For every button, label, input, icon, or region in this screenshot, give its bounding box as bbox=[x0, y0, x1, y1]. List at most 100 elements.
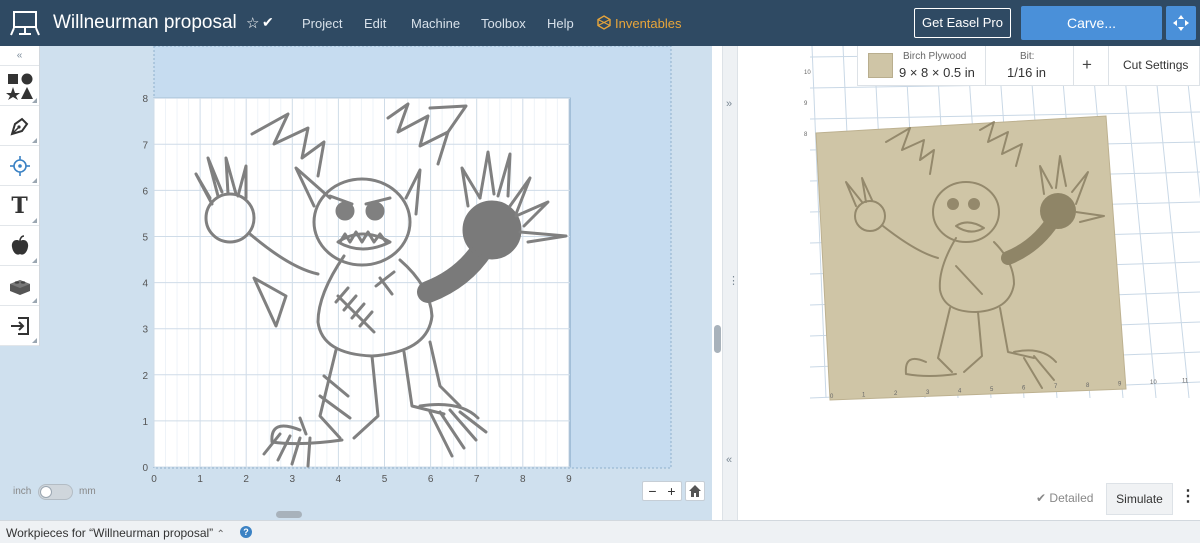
preview-grid-line bbox=[1121, 46, 1157, 399]
preview-x-tick: 10 bbox=[1150, 380, 1157, 386]
workpieces-text: Workpieces for “Willneurman proposal” bbox=[6, 526, 214, 540]
shapes-icon bbox=[5, 73, 33, 100]
detailed-toggle[interactable]: ✔ Detailed bbox=[1036, 491, 1093, 505]
horizontal-scrollbar[interactable] bbox=[276, 511, 302, 518]
unit-mm-label: mm bbox=[79, 486, 96, 497]
top-bar: Willneurman proposal ☆ ✔ Project Edit Ma… bbox=[0, 0, 1200, 46]
preview-x-tick: 11 bbox=[1182, 379, 1189, 385]
x-tick-label: 0 bbox=[151, 474, 157, 485]
simulate-button[interactable]: Simulate bbox=[1106, 483, 1173, 515]
preview-y-labels: 8 9 10 bbox=[804, 70, 811, 138]
pen-tool-button[interactable] bbox=[0, 106, 39, 146]
bit-label: Bit: bbox=[1020, 51, 1035, 62]
detailed-label: Detailed bbox=[1049, 491, 1094, 505]
y-tick-label: 8 bbox=[142, 94, 148, 105]
x-axis-labels: 0 1 2 3 4 5 6 7 8 9 bbox=[151, 474, 572, 485]
separator bbox=[985, 46, 986, 86]
separator bbox=[1073, 46, 1074, 86]
preview-y-tick: 10 bbox=[804, 70, 811, 76]
material-dimensions[interactable]: 9 × 8 × 0.5 in bbox=[899, 65, 975, 80]
preview-y-tick: 8 bbox=[804, 132, 808, 138]
menu-inventables[interactable]: Inventables bbox=[615, 16, 682, 31]
cut-settings-button[interactable]: Cut Settings bbox=[1123, 58, 1188, 72]
x-tick-label: 4 bbox=[336, 474, 342, 485]
separator bbox=[1108, 46, 1109, 86]
y-tick-label: 1 bbox=[142, 417, 148, 428]
x-tick-label: 9 bbox=[566, 474, 572, 485]
menu-edit[interactable]: Edit bbox=[364, 16, 386, 31]
bit-value[interactable]: 1/16 in bbox=[1007, 65, 1046, 80]
menu-toolbox[interactable]: Toolbox bbox=[481, 16, 526, 31]
menu-machine[interactable]: Machine bbox=[411, 16, 460, 31]
toggle-knob bbox=[40, 486, 52, 498]
easel-logo-icon[interactable] bbox=[10, 10, 40, 36]
workpieces-label[interactable]: Workpieces for “Willneurman proposal” ⌃ bbox=[6, 526, 225, 540]
x-tick-label: 1 bbox=[197, 474, 203, 485]
apple-icon bbox=[11, 234, 28, 255]
expand-up-icon[interactable]: ⌃ bbox=[217, 529, 225, 540]
x-tick-label: 8 bbox=[520, 474, 526, 485]
unit-inch-label: inch bbox=[13, 486, 32, 497]
y-axis-labels: 0 1 2 3 4 5 6 7 8 bbox=[142, 94, 148, 474]
machine-position-button[interactable] bbox=[1166, 6, 1196, 40]
more-options-icon[interactable]: ⋮ bbox=[1180, 486, 1196, 508]
carve-button[interactable]: Carve... bbox=[1021, 6, 1162, 40]
birch-plywood-board bbox=[815, 115, 1127, 401]
pen-icon bbox=[10, 117, 28, 135]
lego-icon bbox=[9, 279, 30, 295]
inventables-logo-icon bbox=[597, 15, 611, 30]
y-tick-label: 6 bbox=[142, 186, 148, 197]
import-tool-button[interactable] bbox=[0, 306, 39, 346]
panel-divider[interactable]: » ⋮ « bbox=[722, 46, 739, 520]
left-toolbar: « T bbox=[0, 46, 40, 346]
y-tick-label: 2 bbox=[142, 371, 148, 382]
help-icon[interactable]: ? bbox=[240, 526, 252, 538]
carve-preview[interactable]: 0123456789101112 8910 bbox=[738, 46, 1200, 520]
preview-y-tick: 9 bbox=[804, 101, 808, 107]
y-tick-label: 7 bbox=[142, 140, 148, 151]
x-tick-label: 6 bbox=[428, 474, 434, 485]
home-view-button[interactable] bbox=[685, 481, 705, 501]
x-tick-label: 2 bbox=[243, 474, 249, 485]
expand-right-icon[interactable]: » bbox=[726, 98, 732, 110]
x-tick-label: 5 bbox=[382, 474, 388, 485]
menu-project[interactable]: Project bbox=[302, 16, 342, 31]
zoom-out-button[interactable]: − bbox=[643, 482, 662, 500]
saved-check-icon: ✔ bbox=[262, 14, 274, 30]
y-tick-label: 5 bbox=[142, 233, 148, 244]
material-name[interactable]: Birch Plywood bbox=[903, 51, 966, 62]
add-bit-button[interactable]: + bbox=[1082, 55, 1092, 75]
move-arrows-icon bbox=[1173, 15, 1189, 31]
unit-toggle[interactable] bbox=[38, 484, 73, 500]
parts-tool-button[interactable] bbox=[0, 266, 39, 306]
menu-help[interactable]: Help bbox=[547, 16, 574, 31]
material-swatch[interactable] bbox=[868, 53, 893, 78]
zoom-controls: − + bbox=[642, 481, 682, 501]
y-tick-label: 4 bbox=[142, 279, 148, 290]
star-icon[interactable]: ☆ bbox=[246, 14, 259, 32]
shapes-tool-button[interactable] bbox=[0, 66, 39, 106]
workpieces-bar: Workpieces for “Willneurman proposal” ⌃ … bbox=[0, 520, 1200, 543]
target-icon bbox=[9, 155, 30, 176]
preview-grid-line bbox=[1183, 46, 1200, 199]
design-canvas[interactable]: 0 1 2 3 4 5 6 7 8 9 0 1 2 3 4 5 6 7 8 bbox=[0, 46, 712, 520]
home-icon bbox=[689, 485, 701, 497]
design-canvas-svg: 0 1 2 3 4 5 6 7 8 9 0 1 2 3 4 5 6 7 8 bbox=[142, 46, 672, 485]
get-easel-pro-button[interactable]: Get Easel Pro bbox=[914, 8, 1011, 38]
y-tick-label: 0 bbox=[142, 463, 148, 474]
text-tool-button[interactable]: T bbox=[0, 186, 39, 226]
x-tick-label: 3 bbox=[290, 474, 296, 485]
y-tick-label: 3 bbox=[142, 325, 148, 336]
material-panel: Birch Plywood 9 × 8 × 0.5 in Bit: 1/16 i… bbox=[857, 46, 1200, 86]
zoom-in-button[interactable]: + bbox=[662, 482, 681, 500]
vertical-scrollbar[interactable] bbox=[714, 325, 721, 353]
import-icon bbox=[10, 316, 29, 335]
target-tool-button[interactable] bbox=[0, 146, 39, 186]
preview-grid-line bbox=[809, 111, 1200, 120]
x-tick-label: 7 bbox=[474, 474, 480, 485]
toolbar-collapse-icon[interactable]: « bbox=[0, 46, 39, 66]
expand-left-icon[interactable]: « bbox=[726, 454, 732, 466]
apps-tool-button[interactable] bbox=[0, 226, 39, 266]
project-title[interactable]: Willneurman proposal bbox=[53, 12, 237, 34]
text-icon: T bbox=[11, 192, 28, 219]
